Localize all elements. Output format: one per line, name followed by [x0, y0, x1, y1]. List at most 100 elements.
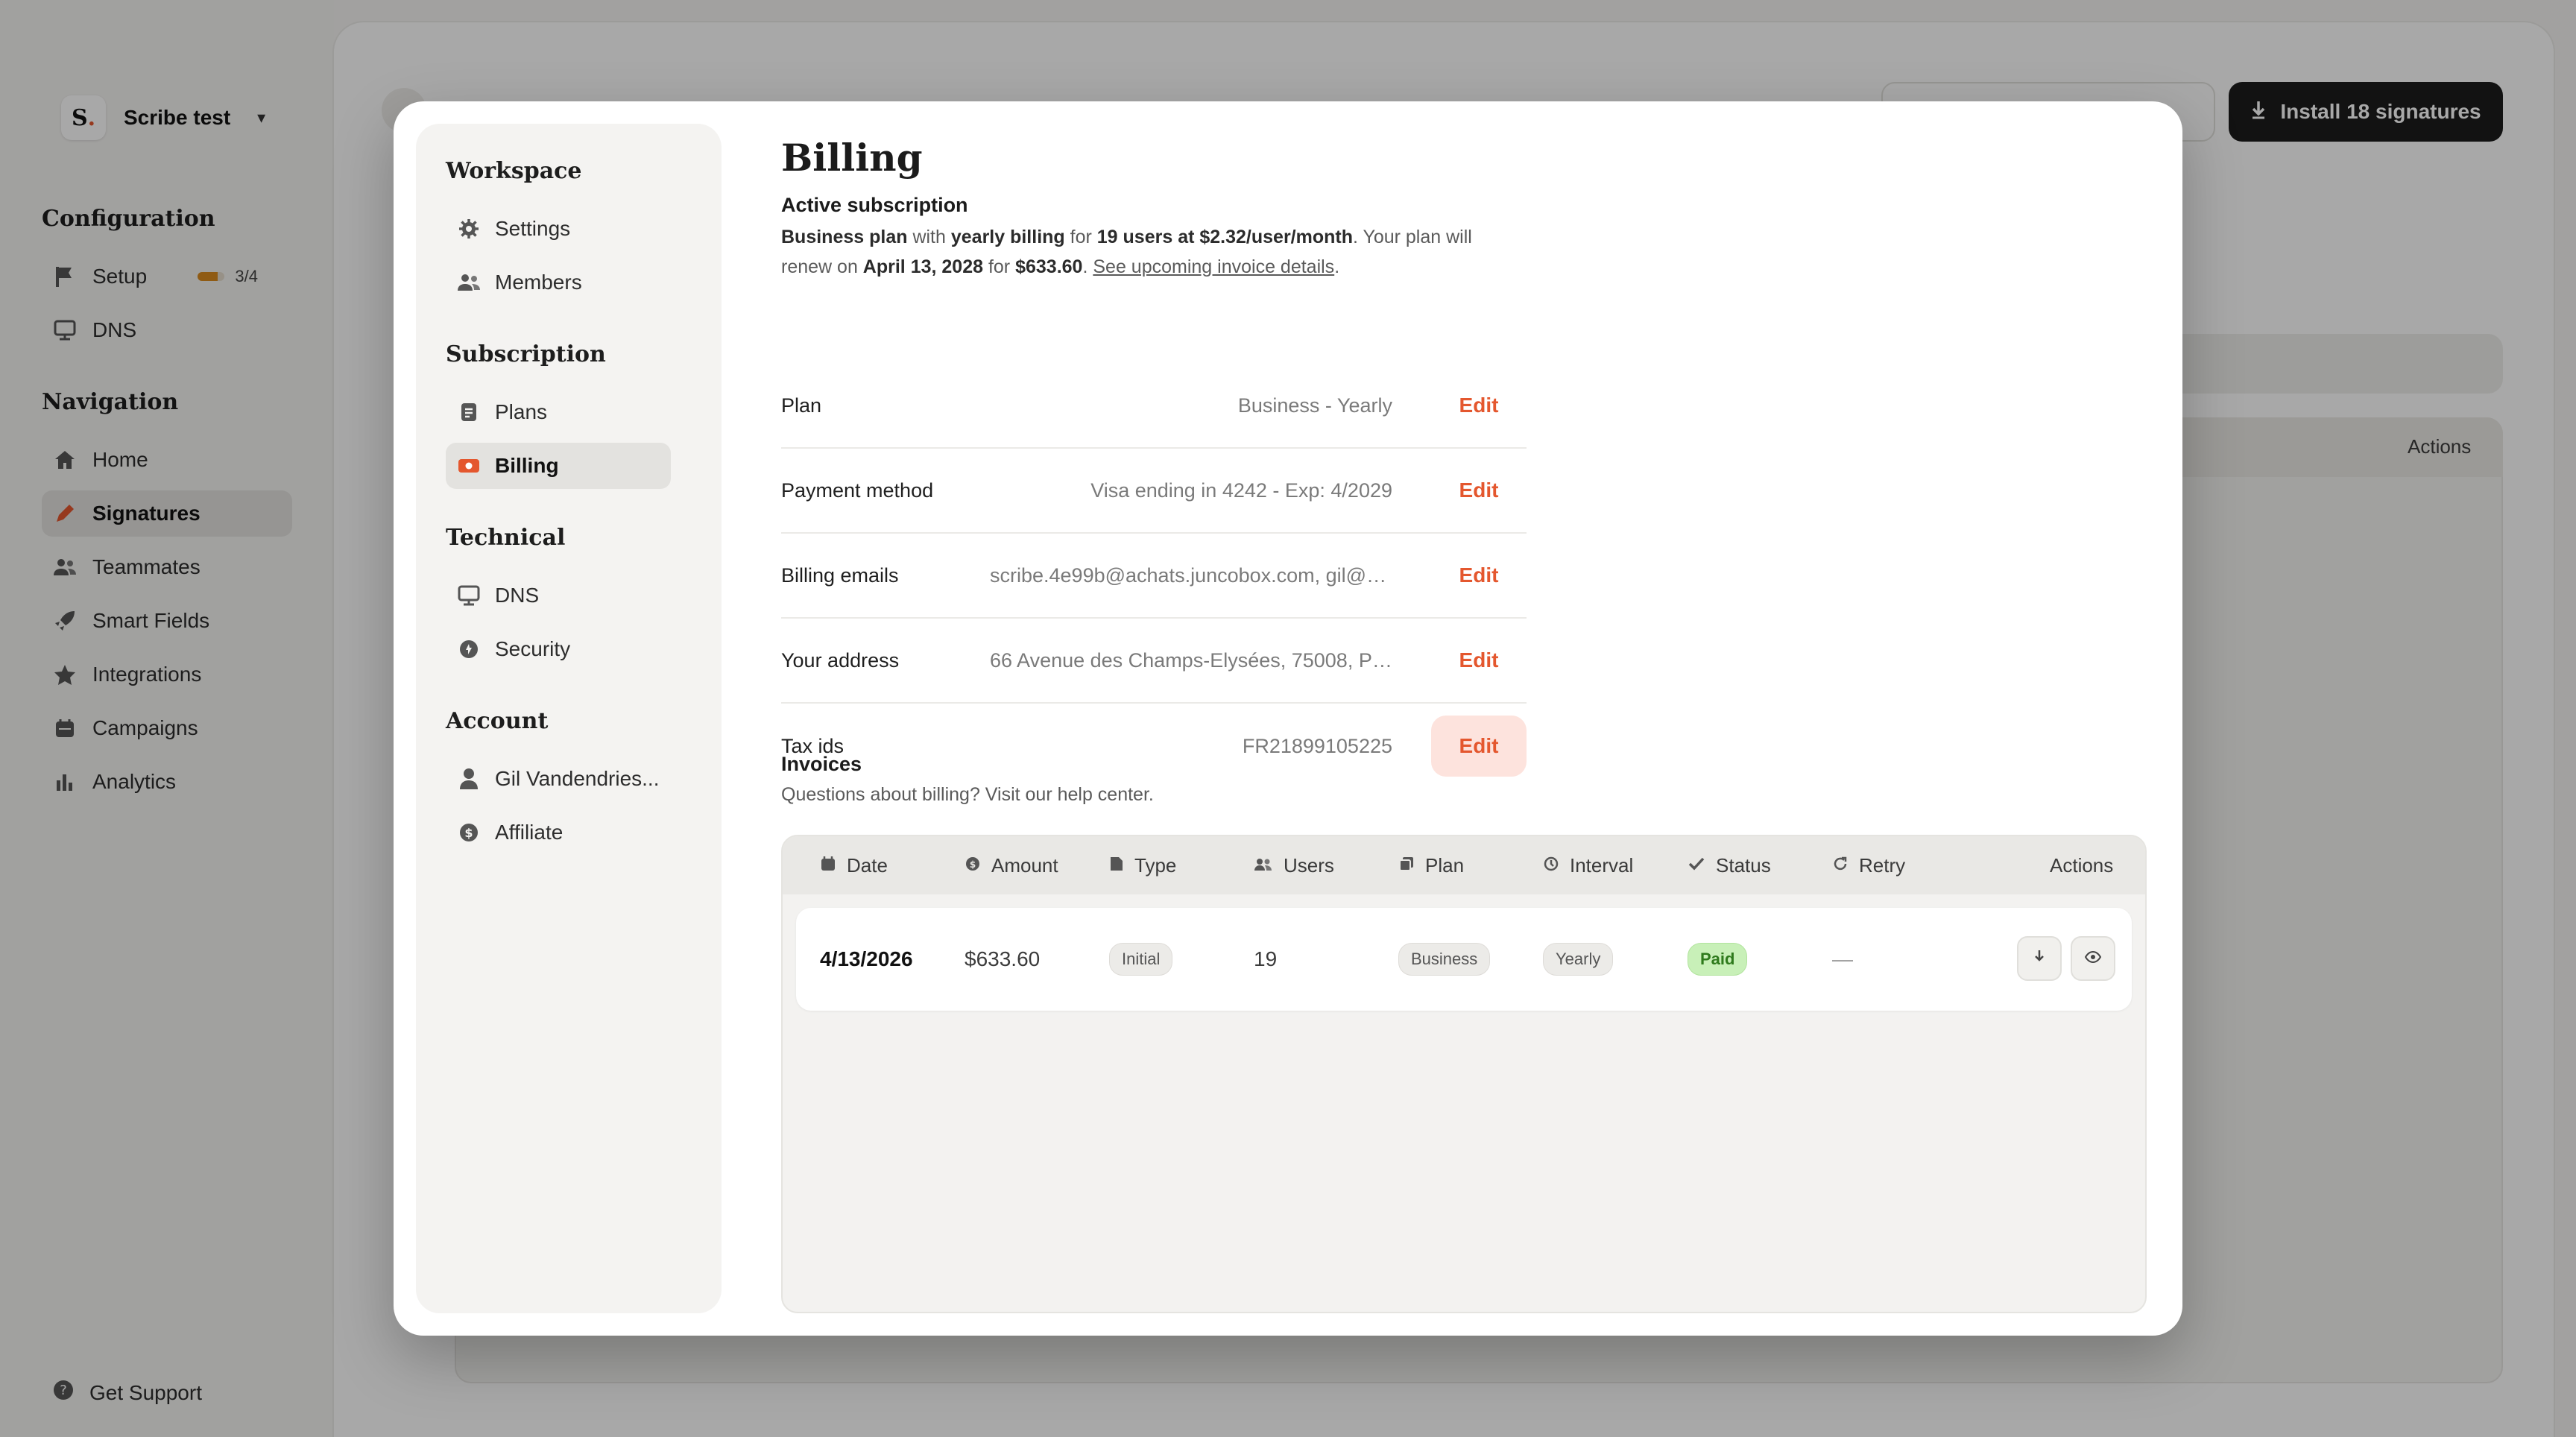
invoice-retry: —: [1832, 908, 1853, 1011]
calendar-icon: [820, 854, 836, 877]
invoices-heading: Invoices: [781, 753, 862, 775]
nav-heading-subscription: Subscription: [446, 341, 606, 367]
svg-text:$: $: [464, 826, 473, 840]
field-row-tax-ids: Tax ids FR21899105225 Edit: [781, 704, 1527, 789]
field-label: Your address: [781, 648, 900, 672]
edit-tax-ids-button[interactable]: Edit: [1431, 716, 1527, 777]
nav-item-label: Members: [495, 271, 582, 294]
column-label: Status: [1716, 853, 1771, 877]
upcoming-invoice-link[interactable]: See upcoming invoice details: [1093, 256, 1334, 277]
copy-icon: [1398, 854, 1415, 877]
nav-item-security[interactable]: Security: [446, 626, 671, 672]
dns-icon: [456, 583, 482, 608]
column-label: Date: [847, 853, 888, 877]
settings-modal: Workspace Settings Members Subscription …: [394, 101, 2182, 1336]
field-row-plan: Plan Business - Yearly Edit: [781, 364, 1527, 449]
column-amount[interactable]: $ Amount: [965, 836, 1058, 894]
invoice-plan: Business: [1398, 908, 1491, 1011]
interval-badge: Yearly: [1543, 943, 1614, 976]
column-label: Plan: [1425, 853, 1465, 877]
field-label: Plan: [781, 394, 822, 417]
field-row-billing-emails: Billing emails scribe.4e99b@achats.junco…: [781, 534, 1527, 619]
subscription-description: Business plan with yearly billing for 19…: [781, 227, 1472, 277]
active-subscription-heading: Active subscription: [781, 194, 968, 216]
column-actions: Actions: [2050, 836, 2113, 894]
column-plan[interactable]: Plan: [1398, 836, 1464, 894]
column-date[interactable]: Date: [820, 836, 888, 894]
invoice-status: Paid: [1688, 908, 1748, 1011]
coin-icon: $: [456, 820, 482, 845]
column-retry[interactable]: Retry: [1832, 836, 1905, 894]
invoices-table: Date $ Amount Type Users Plan Interval S…: [781, 835, 2147, 1313]
nav-item-dns[interactable]: DNS: [446, 572, 671, 619]
coin-icon: $: [965, 854, 981, 877]
invoice-users: 19: [1254, 947, 1278, 970]
field-label: Billing emails: [781, 563, 899, 587]
column-users[interactable]: Users: [1254, 836, 1334, 894]
shield-icon: [456, 637, 482, 662]
nav-item-plans[interactable]: Plans: [446, 389, 671, 435]
field-value: FR21899105225: [1242, 734, 1392, 757]
gear-icon: [456, 216, 482, 241]
edit-plan-button[interactable]: Edit: [1431, 375, 1527, 436]
billing-icon: [456, 453, 482, 479]
column-label: Interval: [1570, 853, 1634, 877]
users-icon: [1254, 854, 1273, 877]
nav-item-label: Billing: [495, 454, 559, 477]
invoices-table-header: Date $ Amount Type Users Plan Interval S…: [783, 836, 2145, 894]
nav-item-label: Affiliate: [495, 821, 564, 844]
field-row-address: Your address 66 Avenue des Champs-Elysée…: [781, 619, 1527, 704]
column-label: Type: [1134, 853, 1177, 877]
refresh-icon: [1832, 854, 1849, 877]
document-icon: [456, 399, 482, 425]
view-invoice-button[interactable]: [2071, 936, 2115, 981]
field-value: Visa ending in 4242 - Exp: 4/2029: [1090, 479, 1392, 502]
column-label: Retry: [1859, 853, 1906, 877]
field-value: 66 Avenue des Champs-Elysées, 75008, Pa.…: [990, 648, 1401, 672]
column-type[interactable]: Type: [1109, 836, 1176, 894]
nav-item-label: Security: [495, 637, 571, 660]
column-label: Actions: [2050, 853, 2114, 877]
nav-item-affiliate[interactable]: $ Affiliate: [446, 809, 671, 856]
column-label: Users: [1284, 853, 1334, 877]
nav-heading-technical: Technical: [446, 525, 566, 551]
column-status[interactable]: Status: [1688, 836, 1771, 894]
edit-billing-emails-button[interactable]: Edit: [1431, 545, 1527, 606]
nav-item-billing[interactable]: Billing: [446, 443, 671, 489]
edit-address-button[interactable]: Edit: [1431, 630, 1527, 691]
nav-item-label: Settings: [495, 217, 571, 240]
download-invoice-button[interactable]: [2017, 936, 2062, 981]
invoice-amount: $633.60: [965, 947, 1041, 970]
nav-item-label: DNS: [495, 584, 540, 607]
nav-heading-account: Account: [446, 708, 549, 734]
table-row[interactable]: 4/13/2026 $633.60 Initial 19 Business Ye…: [796, 908, 2132, 1011]
field-label: Payment method: [781, 479, 934, 502]
status-badge: Paid: [1688, 943, 1748, 976]
check-icon: [1688, 854, 1705, 877]
field-row-payment-method: Payment method Visa ending in 4242 - Exp…: [781, 449, 1527, 534]
column-label: Amount: [991, 853, 1058, 877]
field-value: Business - Yearly: [1237, 394, 1392, 417]
nav-heading-workspace: Workspace: [446, 158, 582, 184]
invoice-date: 4/13/2026: [820, 947, 913, 970]
invoices-description: Questions about billing? Visit our help …: [781, 784, 1154, 805]
edit-payment-method-button[interactable]: Edit: [1431, 460, 1527, 521]
clock-icon: [1543, 854, 1559, 877]
invoice-interval: Yearly: [1543, 908, 1614, 1011]
nav-item-settings[interactable]: Settings: [446, 206, 671, 252]
svg-text:$: $: [970, 859, 976, 870]
user-icon: [456, 766, 482, 792]
column-interval[interactable]: Interval: [1543, 836, 1633, 894]
type-badge: Initial: [1109, 943, 1173, 976]
nav-item-profile[interactable]: Gil Vandendries...: [446, 756, 671, 802]
invoice-type: Initial: [1109, 908, 1173, 1011]
document-icon: [1109, 854, 1124, 877]
users-icon: [456, 270, 482, 295]
billing-title: Billing: [781, 136, 923, 180]
download-icon: [2033, 949, 2045, 968]
field-value: scribe.4e99b@achats.juncobox.com, gil@s.…: [990, 563, 1394, 587]
nav-item-label: Plans: [495, 400, 548, 423]
nav-item-members[interactable]: Members: [446, 259, 671, 306]
plan-badge: Business: [1398, 943, 1491, 976]
retry-value: —: [1832, 947, 1853, 970]
